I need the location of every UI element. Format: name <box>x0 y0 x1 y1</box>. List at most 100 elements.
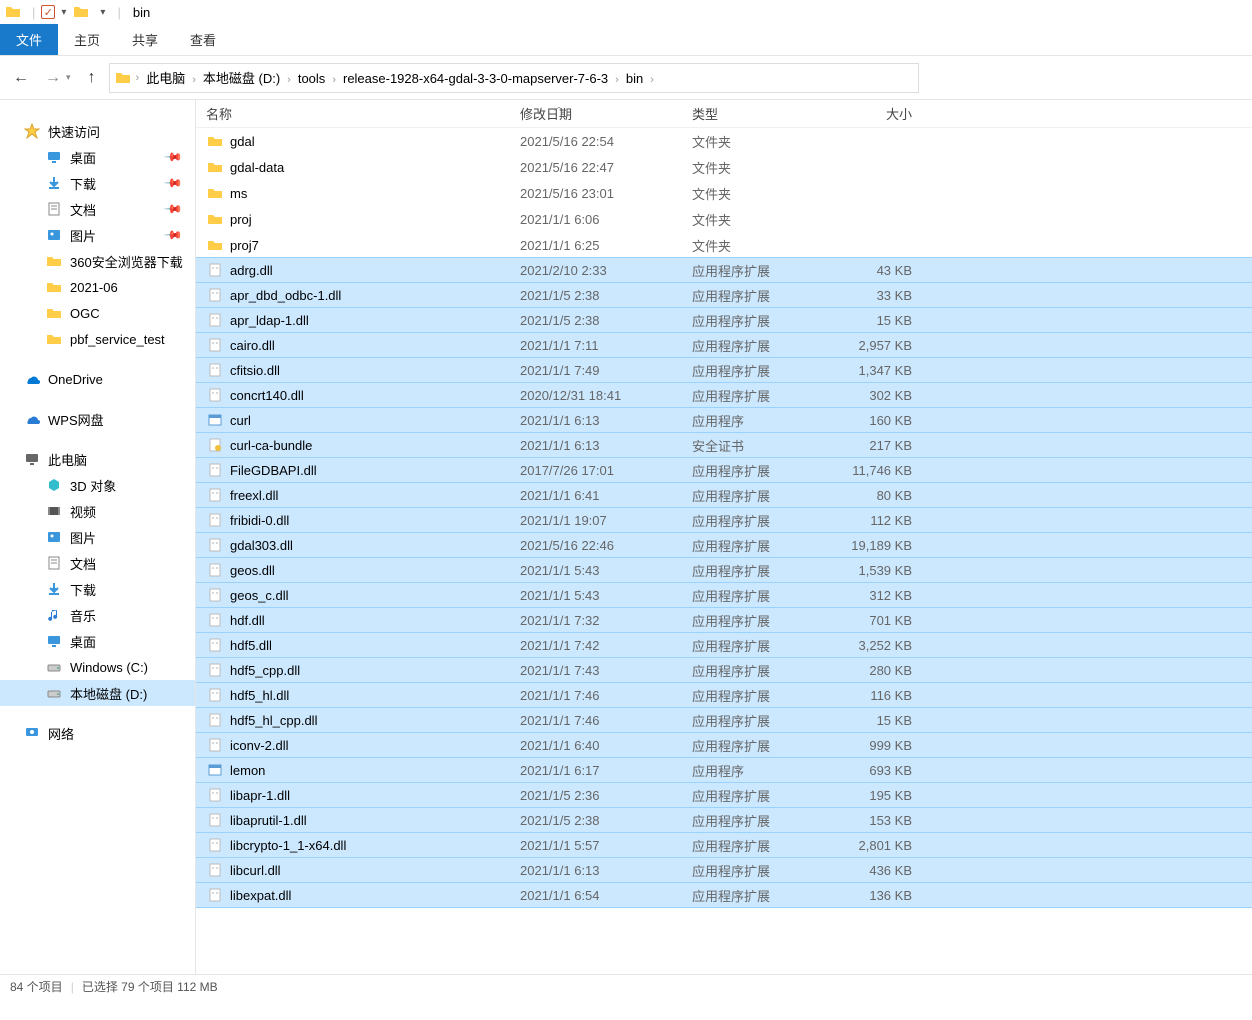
chevron-right-icon[interactable]: › <box>648 74 656 86</box>
breadcrumb-item[interactable]: tools <box>293 71 330 86</box>
file-row[interactable]: apr_ldap-1.dll2021/1/5 2:38应用程序扩展15 KB <box>196 307 1252 333</box>
file-row[interactable]: proj2021/1/1 6:06文件夹 <box>196 206 1252 232</box>
back-button[interactable]: ← <box>6 63 36 93</box>
sidebar-network[interactable]: 网络 <box>0 720 195 746</box>
breadcrumb-item[interactable]: release-1928-x64-gdal-3-3-0-mapserver-7-… <box>338 71 613 86</box>
chevron-right-icon[interactable]: › <box>330 74 338 86</box>
tab-view[interactable]: 查看 <box>174 24 232 55</box>
sidebar-item[interactable]: 音乐 <box>0 602 195 628</box>
file-row[interactable]: FileGDBAPI.dll2017/7/26 17:01应用程序扩展11,74… <box>196 457 1252 483</box>
file-name: libapr-1.dll <box>230 788 290 803</box>
sidebar-item[interactable]: OGC <box>0 300 195 326</box>
chevron-right-icon[interactable]: › <box>190 74 198 86</box>
file-row[interactable]: iconv-2.dll2021/1/1 6:40应用程序扩展999 KB <box>196 732 1252 758</box>
sidebar-item[interactable]: 2021-06 <box>0 274 195 300</box>
file-size: 3,252 KB <box>830 638 922 653</box>
sidebar-item[interactable]: 360安全浏览器下载 <box>0 248 195 274</box>
file-type: 应用程序扩展 <box>682 786 830 805</box>
tab-file[interactable]: 文件 <box>0 24 58 55</box>
sidebar-item[interactable]: 3D 对象 <box>0 472 195 498</box>
file-row[interactable]: hdf5_hl_cpp.dll2021/1/1 7:46应用程序扩展15 KB <box>196 707 1252 733</box>
file-row[interactable]: curl2021/1/1 6:13应用程序160 KB <box>196 407 1252 433</box>
file-row[interactable]: adrg.dll2021/2/10 2:33应用程序扩展43 KB <box>196 257 1252 283</box>
dll-icon <box>206 336 224 354</box>
sidebar-item[interactable]: 视频 <box>0 498 195 524</box>
file-date: 2021/5/16 23:01 <box>510 186 682 201</box>
sidebar-item[interactable]: 本地磁盘 (D:) <box>0 680 195 706</box>
file-row[interactable]: hdf5_cpp.dll2021/1/1 7:43应用程序扩展280 KB <box>196 657 1252 683</box>
forward-button[interactable]: → <box>38 63 68 93</box>
file-row[interactable]: geos_c.dll2021/1/1 5:43应用程序扩展312 KB <box>196 582 1252 608</box>
status-bar: 84 个项目 | 已选择 79 个项目 112 MB <box>0 974 1252 998</box>
dll-icon <box>206 736 224 754</box>
sidebar-item[interactable]: 桌面 <box>0 628 195 654</box>
tab-share[interactable]: 共享 <box>116 24 174 55</box>
tab-home[interactable]: 主页 <box>58 24 116 55</box>
file-date: 2021/1/1 7:49 <box>510 363 682 378</box>
file-row[interactable]: hdf5.dll2021/1/1 7:42应用程序扩展3,252 KB <box>196 632 1252 658</box>
sidebar-item[interactable]: pbf_service_test <box>0 326 195 352</box>
file-row[interactable]: libcrypto-1_1-x64.dll2021/1/1 5:57应用程序扩展… <box>196 832 1252 858</box>
pic-icon <box>44 226 64 244</box>
sidebar-item[interactable]: 图片📌 <box>0 222 195 248</box>
column-name[interactable]: 名称 <box>196 104 510 123</box>
file-row[interactable]: cairo.dll2021/1/1 7:11应用程序扩展2,957 KB <box>196 332 1252 358</box>
chevron-right-icon[interactable]: › <box>285 74 293 86</box>
sidebar-item[interactable]: 下载 <box>0 576 195 602</box>
sidebar-wps[interactable]: WPS网盘 <box>0 406 195 432</box>
up-button[interactable]: ↑ <box>77 63 107 93</box>
file-row[interactable]: libexpat.dll2021/1/1 6:54应用程序扩展136 KB <box>196 882 1252 908</box>
sidebar-item[interactable]: Windows (C:) <box>0 654 195 680</box>
drive-icon <box>44 658 64 676</box>
dll-icon <box>206 861 224 879</box>
address-bar[interactable]: › 此电脑›本地磁盘 (D:)›tools›release-1928-x64-g… <box>109 63 919 93</box>
file-row[interactable]: gdal-data2021/5/16 22:47文件夹 <box>196 154 1252 180</box>
column-date[interactable]: 修改日期 <box>510 104 682 123</box>
file-row[interactable]: libcurl.dll2021/1/1 6:13应用程序扩展436 KB <box>196 857 1252 883</box>
sidebar-item[interactable]: 文档 <box>0 550 195 576</box>
file-row[interactable]: geos.dll2021/1/1 5:43应用程序扩展1,539 KB <box>196 557 1252 583</box>
sidebar-item[interactable]: 桌面📌 <box>0 144 195 170</box>
file-row[interactable]: proj72021/1/1 6:25文件夹 <box>196 232 1252 258</box>
file-row[interactable]: cfitsio.dll2021/1/1 7:49应用程序扩展1,347 KB <box>196 357 1252 383</box>
file-row[interactable]: gdal303.dll2021/5/16 22:46应用程序扩展19,189 K… <box>196 532 1252 558</box>
column-type[interactable]: 类型 <box>682 104 830 123</box>
qat-dropdown-icon[interactable]: ▾ <box>61 7 66 18</box>
file-row[interactable]: libaprutil-1.dll2021/1/5 2:38应用程序扩展153 K… <box>196 807 1252 833</box>
file-row[interactable]: curl-ca-bundle2021/1/1 6:13安全证书217 KB <box>196 432 1252 458</box>
sidebar-onedrive[interactable]: OneDrive <box>0 366 195 392</box>
file-row[interactable]: gdal2021/5/16 22:54文件夹 <box>196 128 1252 154</box>
chevron-right-icon[interactable]: › <box>134 72 142 84</box>
file-row[interactable]: concrt140.dll2020/12/31 18:41应用程序扩展302 K… <box>196 382 1252 408</box>
sidebar-this-pc[interactable]: 此电脑 <box>0 446 195 472</box>
breadcrumb-item[interactable]: 本地磁盘 (D:) <box>198 71 285 86</box>
file-size: 693 KB <box>830 763 922 778</box>
column-size[interactable]: 大小 <box>830 104 922 123</box>
folder-icon <box>44 330 64 348</box>
file-row[interactable]: lemon2021/1/1 6:17应用程序693 KB <box>196 757 1252 783</box>
file-row[interactable]: freexl.dll2021/1/1 6:41应用程序扩展80 KB <box>196 482 1252 508</box>
file-row[interactable]: apr_dbd_odbc-1.dll2021/1/5 2:38应用程序扩展33 … <box>196 282 1252 308</box>
sidebar-item[interactable]: 图片 <box>0 524 195 550</box>
file-row[interactable]: ms2021/5/16 23:01文件夹 <box>196 180 1252 206</box>
sidebar-quick-access[interactable]: 快速访问 <box>0 118 195 144</box>
file-type: 应用程序扩展 <box>682 711 830 730</box>
file-row[interactable]: libapr-1.dll2021/1/5 2:36应用程序扩展195 KB <box>196 782 1252 808</box>
breadcrumb-item[interactable]: bin <box>621 71 648 86</box>
file-name: gdal <box>230 134 255 149</box>
file-type: 应用程序扩展 <box>682 661 830 680</box>
dll-icon <box>206 886 224 904</box>
qat-properties-icon[interactable]: ✓ <box>41 5 55 19</box>
file-row[interactable]: hdf.dll2021/1/1 7:32应用程序扩展701 KB <box>196 607 1252 633</box>
file-size: 112 KB <box>830 513 922 528</box>
history-dropdown[interactable]: ▾ <box>66 72 71 83</box>
sidebar-item[interactable]: 下载📌 <box>0 170 195 196</box>
chevron-right-icon[interactable]: › <box>613 74 621 86</box>
file-date: 2021/1/1 6:41 <box>510 488 682 503</box>
file-date: 2021/1/1 6:25 <box>510 238 682 253</box>
file-row[interactable]: fribidi-0.dll2021/1/1 19:07应用程序扩展112 KB <box>196 507 1252 533</box>
file-name: iconv-2.dll <box>230 738 289 753</box>
breadcrumb-item[interactable]: 此电脑 <box>141 71 190 86</box>
file-row[interactable]: hdf5_hl.dll2021/1/1 7:46应用程序扩展116 KB <box>196 682 1252 708</box>
sidebar-item[interactable]: 文档📌 <box>0 196 195 222</box>
